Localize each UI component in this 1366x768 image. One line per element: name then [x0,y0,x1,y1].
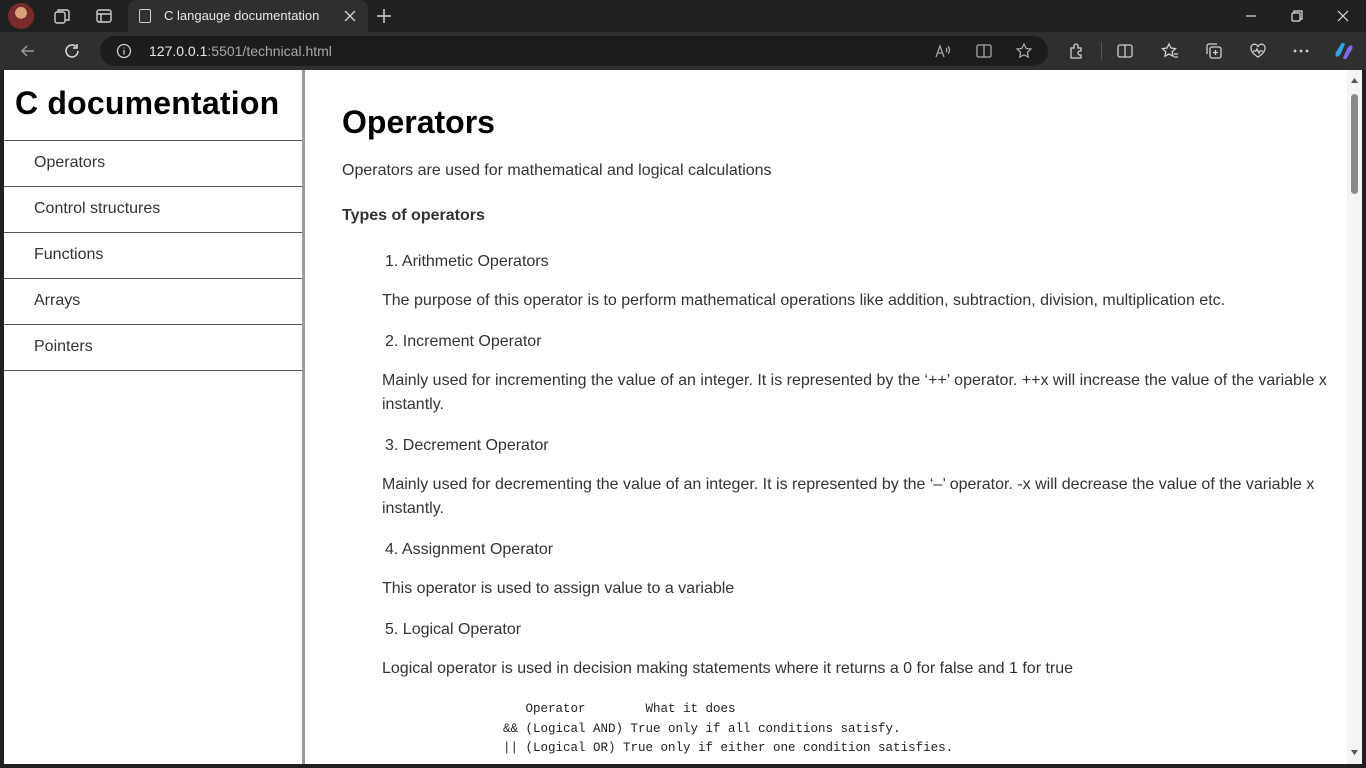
section-heading: Operators [342,104,495,140]
nav-link-functions[interactable]: Functions [4,233,302,279]
list-item-title: 2. Increment Operator [385,333,542,350]
types-heading: Types of operators [342,207,485,224]
address-toolbar: 127.0.0.1:5501/technical.html [0,32,1366,70]
tab-title: C langauge documentation [164,8,320,23]
read-aloud-icon[interactable] [934,42,952,60]
navbar: C documentation Operators Control struct… [4,70,305,764]
favorites-icon[interactable] [1160,41,1180,61]
close-tab-icon[interactable] [342,8,358,24]
code-line: && (Logical AND) True only if all condit… [503,721,901,736]
list-item-description: Mainly used for decrementing the value o… [382,476,1315,517]
active-tab[interactable]: C langauge documentation [128,0,368,32]
list-item-title: 4. Assignment Operator [385,541,554,558]
tab-actions-icon[interactable] [94,6,114,26]
collections-icon[interactable] [1204,41,1224,61]
scroll-down-arrow-icon[interactable] [1350,748,1359,757]
extensions-icon[interactable] [1067,41,1087,61]
more-options-icon[interactable] [1291,41,1311,61]
workspaces-icon[interactable] [52,6,72,26]
nav-link-arrays[interactable]: Arrays [4,279,302,325]
back-icon[interactable] [18,41,38,61]
url-text[interactable]: 127.0.0.1:5501/technical.html [149,43,332,59]
refresh-icon[interactable] [62,41,82,61]
page-viewport: C documentation Operators Control struct… [4,70,1362,764]
nav-link-control-structures[interactable]: Control structures [4,187,302,233]
list-item-title: 1. Arithmetic Operators [385,253,549,270]
copilot-icon[interactable] [1333,40,1355,62]
scroll-up-arrow-icon[interactable] [1350,76,1359,85]
toolbar-divider [1101,42,1102,60]
address-bar[interactable]: 127.0.0.1:5501/technical.html [100,36,1048,66]
minimize-icon[interactable] [1241,6,1261,26]
main-doc: Operators Operators are used for mathema… [307,70,1347,764]
profile-avatar[interactable] [8,3,34,29]
list-item-description: The purpose of this operator is to perfo… [382,292,1226,309]
url-path: :5501/technical.html [207,43,332,59]
restore-icon[interactable] [1287,6,1307,26]
favorite-star-icon[interactable] [1015,42,1033,60]
nav-link-pointers[interactable]: Pointers [4,325,302,371]
close-window-icon[interactable] [1333,6,1353,26]
tab-bar: C langauge documentation [0,0,1366,32]
new-tab-icon[interactable] [374,6,394,26]
scrollbar-thumb[interactable] [1351,94,1358,194]
site-info-icon[interactable] [116,43,132,59]
split-screen-icon[interactable] [1115,41,1135,61]
intro-text: Operators are used for mathematical and … [342,162,772,179]
vertical-scrollbar[interactable] [1347,70,1362,764]
list-item-title: 3. Decrement Operator [385,437,549,454]
code-block: Operator What it does && (Logical AND) Tr… [503,700,953,759]
list-item-title: 5. Logical Operator [385,621,522,638]
page-icon [139,9,151,23]
nav-link-operators[interactable]: Operators [4,141,302,187]
list-item-description: Logical operator is used in decision mak… [382,660,1074,677]
list-item-description: This operator is used to assign value to… [382,580,735,597]
url-host: 127.0.0.1 [149,43,208,59]
immersive-reader-icon[interactable] [975,42,993,60]
code-line: Operator What it does [503,702,736,716]
browser-essentials-icon[interactable] [1248,41,1268,61]
site-title: C documentation [4,70,302,141]
code-line: || (Logical OR) True only if either one … [503,741,954,755]
list-item-description: Mainly used for incrementing the value o… [382,372,1327,413]
